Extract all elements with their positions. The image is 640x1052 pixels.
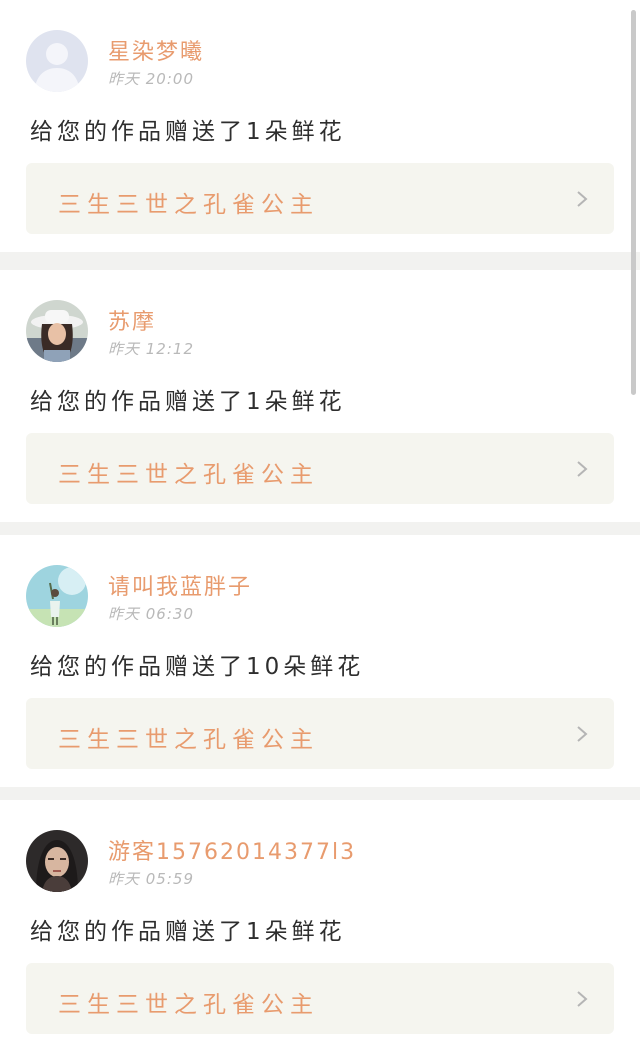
- user-photo-sky: [26, 565, 88, 627]
- work-link[interactable]: 三生三世之孔雀公主: [26, 698, 614, 769]
- work-link[interactable]: 三生三世之孔雀公主: [26, 963, 614, 1034]
- chevron-right-icon: [576, 990, 588, 1008]
- user-photo-portrait: [26, 830, 88, 892]
- avatar[interactable]: [26, 30, 88, 92]
- timestamp: 昨天 12:12: [108, 340, 194, 358]
- work-title: 三生三世之孔雀公主: [58, 992, 319, 1018]
- username[interactable]: 请叫我蓝胖子: [108, 569, 252, 601]
- gift-message: 给您的作品赠送了1朵鲜花: [30, 919, 346, 945]
- work-title: 三生三世之孔雀公主: [58, 727, 319, 753]
- gift-message: 给您的作品赠送了1朵鲜花: [30, 119, 346, 145]
- scrollbar[interactable]: [631, 10, 636, 395]
- chevron-right-icon: [576, 190, 588, 208]
- notification-card: 星染梦曦 昨天 20:00 给您的作品赠送了1朵鲜花 三生三世之孔雀公主: [0, 0, 640, 252]
- notification-card: 苏摩 昨天 12:12 给您的作品赠送了1朵鲜花 三生三世之孔雀公主: [0, 270, 640, 522]
- notification-card: 请叫我蓝胖子 昨天 06:30 给您的作品赠送了10朵鲜花 三生三世之孔雀公主: [0, 535, 640, 787]
- gift-message: 给您的作品赠送了1朵鲜花: [30, 389, 346, 415]
- work-title: 三生三世之孔雀公主: [58, 462, 319, 488]
- work-link[interactable]: 三生三世之孔雀公主: [26, 163, 614, 234]
- gift-message: 给您的作品赠送了10朵鲜花: [30, 654, 365, 680]
- default-avatar-icon: [26, 30, 88, 92]
- avatar[interactable]: [26, 830, 88, 892]
- avatar[interactable]: [26, 300, 88, 362]
- username[interactable]: 星染梦曦: [108, 34, 204, 66]
- user-photo-hat: [26, 300, 88, 362]
- timestamp: 昨天 06:30: [108, 605, 194, 623]
- username[interactable]: 苏摩: [108, 304, 156, 336]
- timestamp: 昨天 05:59: [108, 870, 194, 888]
- chevron-right-icon: [576, 725, 588, 743]
- timestamp: 昨天 20:00: [108, 70, 194, 88]
- notification-card: 游客15762014377l3 昨天 05:59 给您的作品赠送了1朵鲜花 三生…: [0, 800, 640, 1052]
- avatar[interactable]: [26, 565, 88, 627]
- work-link[interactable]: 三生三世之孔雀公主: [26, 433, 614, 504]
- username[interactable]: 游客15762014377l3: [108, 834, 356, 866]
- work-title: 三生三世之孔雀公主: [58, 192, 319, 218]
- chevron-right-icon: [576, 460, 588, 478]
